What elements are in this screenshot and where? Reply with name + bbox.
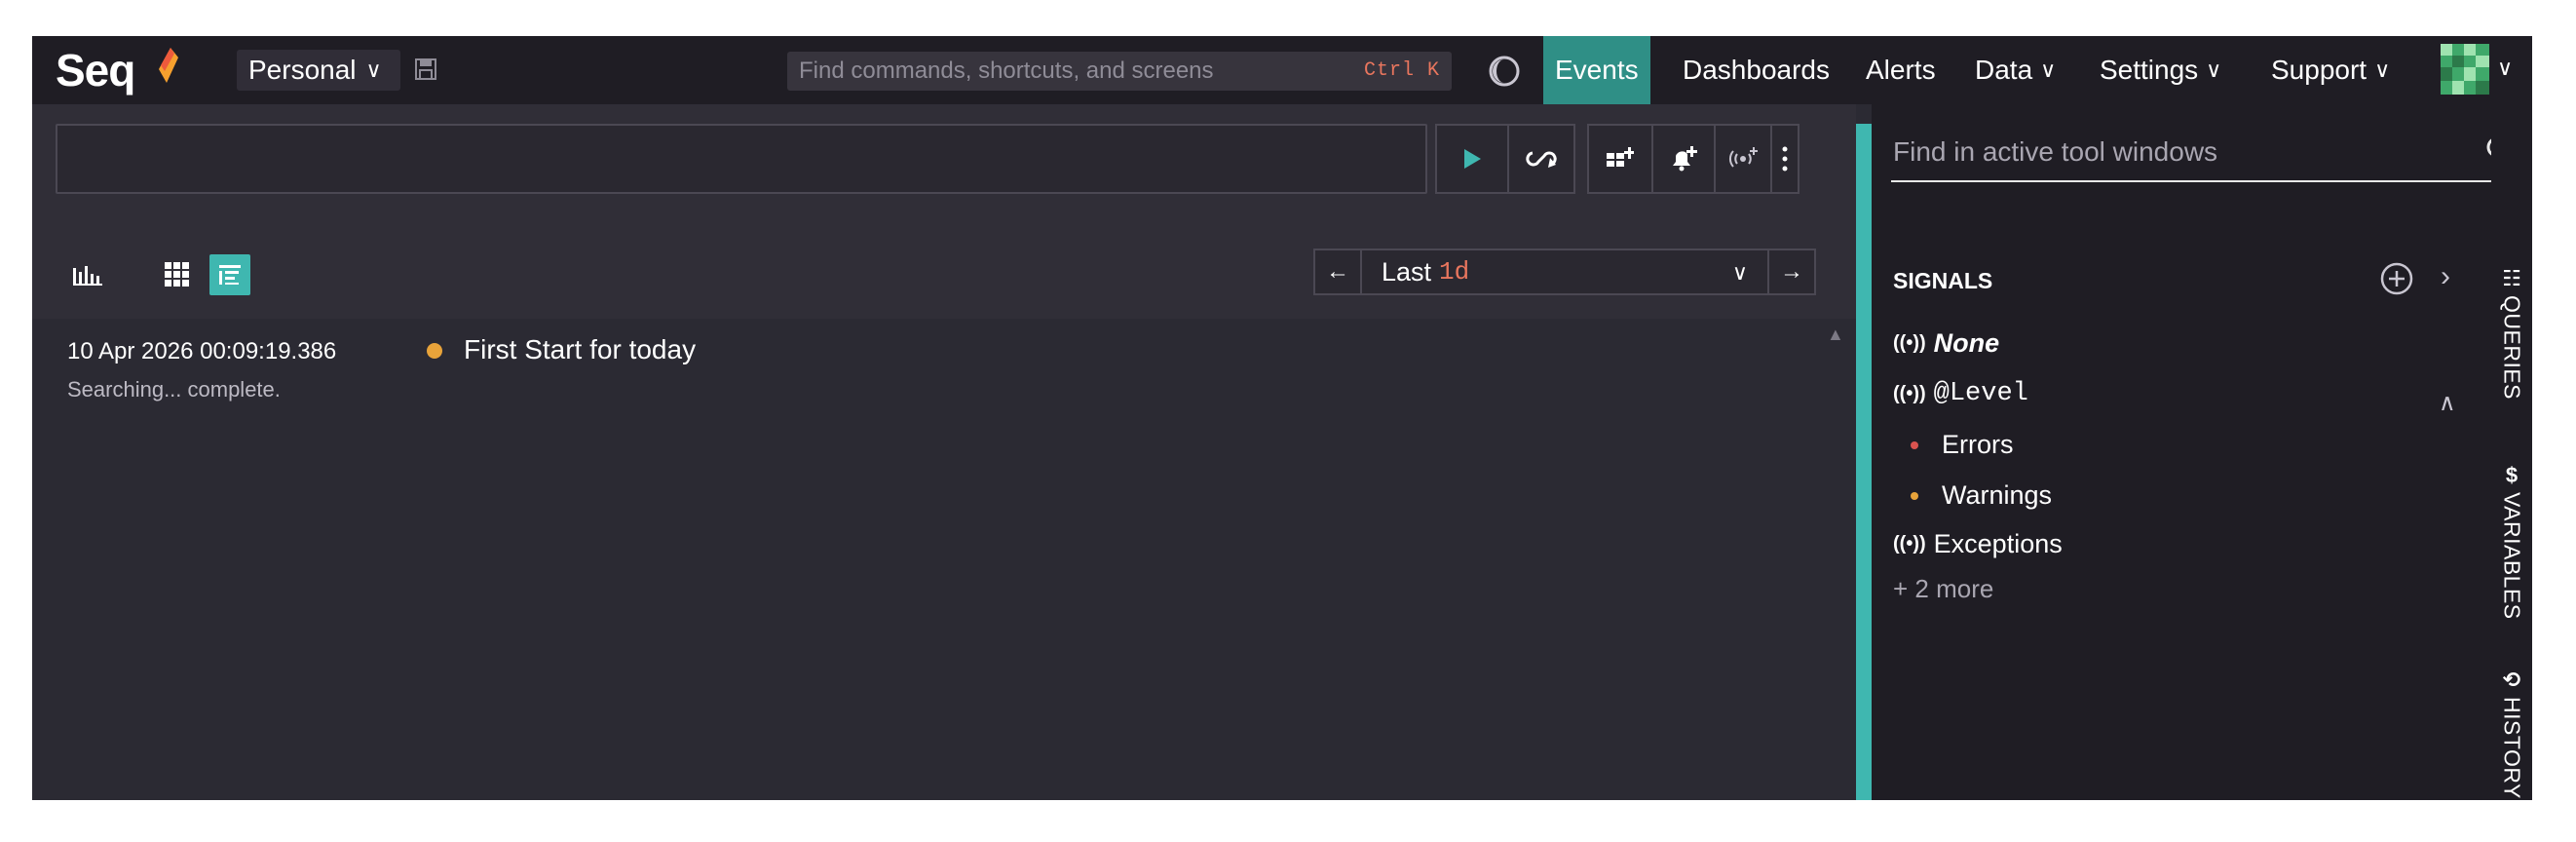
time-range-control: ← Last 1d ∨ → xyxy=(1313,249,1818,295)
signal-errors-label: Errors xyxy=(1942,430,2014,459)
app-logo[interactable]: Seq xyxy=(56,42,135,98)
dollar-icon: $ xyxy=(2505,463,2519,487)
more-signals-link[interactable]: + 2 more xyxy=(1893,574,1993,604)
add-signal-button[interactable] xyxy=(1714,124,1774,194)
nav-support-label: Support xyxy=(2271,55,2368,85)
signal-icon: ((•)) xyxy=(1893,533,1926,555)
nav-events[interactable]: Events xyxy=(1543,36,1650,104)
event-timestamp: 10 Apr 2026 00:09:19.386 xyxy=(67,338,337,364)
command-search-input[interactable] xyxy=(787,52,1294,91)
warnings-bullet xyxy=(1911,491,1918,500)
command-search[interactable]: Ctrl K xyxy=(787,52,1452,91)
queries-icon: ☷ xyxy=(2502,266,2521,290)
theme-toggle-icon[interactable] xyxy=(1487,54,1522,89)
chevron-right-icon[interactable]: › xyxy=(2441,260,2450,293)
history-icon: ⟲ xyxy=(2502,668,2521,692)
nav-dashboards[interactable]: Dashboards xyxy=(1671,36,1841,104)
signal-exceptions-label: Exceptions xyxy=(1933,529,2063,558)
logo-flame-icon xyxy=(159,48,178,83)
list-view-button[interactable] xyxy=(209,254,250,295)
add-alert-button[interactable] xyxy=(1651,124,1716,194)
signal-exceptions[interactable]: ((•)) Exceptions xyxy=(1893,529,2063,559)
nav-alerts-label: Alerts xyxy=(1866,55,1936,85)
user-avatar[interactable] xyxy=(2441,44,2489,95)
range-forward-button[interactable]: → xyxy=(1767,249,1816,295)
search-status: Searching... complete. xyxy=(67,377,281,402)
chevron-down-icon: ∨ xyxy=(1731,260,1748,285)
nav-settings-label: Settings xyxy=(2100,55,2199,85)
tool-window-panel: SIGNALS › ((•)) None ((•)) @Level ∧ Erro… xyxy=(1872,104,2532,800)
list-icon xyxy=(219,265,241,285)
chevron-down-icon: ∨ xyxy=(2040,57,2057,82)
event-message: First Start for today xyxy=(464,334,697,364)
filter-input[interactable] xyxy=(56,124,1427,194)
chevron-down-icon[interactable]: ∨ xyxy=(2497,56,2513,81)
event-list: 10 Apr 2026 00:09:19.386 First Start for… xyxy=(32,319,1856,800)
arrow-left-icon: ← xyxy=(1326,258,1349,285)
command-shortcut-hint: Ctrl K xyxy=(1363,59,1440,82)
grid-view-button[interactable] xyxy=(157,254,198,295)
workspace-label: Personal xyxy=(248,55,357,85)
chevron-up-icon[interactable]: ∧ xyxy=(2439,389,2456,417)
nav-support[interactable]: Support ∨ xyxy=(2259,36,2402,104)
run-icon xyxy=(1464,149,1481,169)
add-circle-icon[interactable] xyxy=(2378,260,2415,297)
save-icon[interactable] xyxy=(414,57,437,81)
chevron-down-icon: ∨ xyxy=(365,57,382,82)
tool-window-tabs: ☷ QUERIES $ VARIABLES ⟲ HISTORY xyxy=(2491,104,2532,800)
errors-bullet xyxy=(1911,440,1918,449)
range-select[interactable]: Last 1d ∨ xyxy=(1360,249,1769,295)
range-prefix: Last xyxy=(1382,256,1432,287)
nav-data[interactable]: Data ∨ xyxy=(1963,36,2067,104)
workspace-selector[interactable]: Personal ∨ xyxy=(237,50,400,91)
histogram-icon xyxy=(73,266,102,286)
more-options-button[interactable] xyxy=(1770,124,1799,194)
seq-app-window: Seq Personal ∨ Ctrl K Events Dashboards xyxy=(32,36,2532,800)
tab-queries-label: QUERIES xyxy=(2499,295,2525,401)
tab-variables-label: VARIABLES xyxy=(2499,492,2525,620)
events-main-area: ← Last 1d ∨ → 10 Apr 2026 00:09:19.386 F… xyxy=(32,104,1856,800)
tool-search-input[interactable] xyxy=(1891,124,2441,180)
signal-icon: ((•)) xyxy=(1893,332,1926,354)
tool-search xyxy=(1891,124,2515,182)
chevron-down-icon: ∨ xyxy=(2374,57,2391,82)
signal-none-label: None xyxy=(1933,328,2000,358)
signal-warnings[interactable]: Warnings xyxy=(1911,480,2052,511)
tail-button[interactable] xyxy=(1507,124,1575,194)
nav-dashboards-label: Dashboards xyxy=(1683,55,1830,85)
chevron-down-icon: ∨ xyxy=(2206,57,2222,82)
tab-history[interactable]: ⟲ HISTORY xyxy=(2491,668,2532,799)
panel-splitter[interactable] xyxy=(1856,124,1872,800)
nav-data-label: Data xyxy=(1975,55,2033,85)
signal-icon: ((•)) xyxy=(1893,382,1926,404)
top-bar: Seq Personal ∨ Ctrl K Events Dashboards xyxy=(32,36,2532,104)
nav-settings[interactable]: Settings ∨ xyxy=(2088,36,2233,104)
signal-group-level[interactable]: ((•)) @Level xyxy=(1893,379,2028,408)
tab-variables[interactable]: $ VARIABLES xyxy=(2491,463,2532,620)
refresh-tail-icon xyxy=(1526,151,1557,168)
signal-level-label: @Level xyxy=(1933,379,2028,408)
run-button[interactable] xyxy=(1435,124,1509,194)
signal-none[interactable]: ((•)) None xyxy=(1893,328,1999,359)
signals-heading: SIGNALS xyxy=(1893,268,1993,293)
tab-history-label: HISTORY xyxy=(2499,697,2525,799)
add-to-dashboard-button[interactable] xyxy=(1587,124,1653,194)
nav-events-label: Events xyxy=(1555,55,1639,85)
range-amount: 1d xyxy=(1439,257,1470,287)
filter-toolbar xyxy=(56,124,1835,194)
scroll-up-icon[interactable]: ▲ xyxy=(1827,325,1844,345)
add-alert-icon xyxy=(1673,146,1697,172)
signal-warnings-label: Warnings xyxy=(1942,480,2053,510)
signal-errors[interactable]: Errors xyxy=(1911,430,2014,460)
event-level-indicator xyxy=(427,343,442,359)
add-to-dashboard-icon xyxy=(1607,147,1634,167)
nav-alerts[interactable]: Alerts xyxy=(1854,36,1948,104)
tab-queries[interactable]: ☷ QUERIES xyxy=(2491,266,2532,401)
histogram-view-button[interactable] xyxy=(67,254,108,295)
more-icon xyxy=(1782,146,1788,172)
grid-icon xyxy=(165,262,189,287)
add-signal-icon xyxy=(1729,147,1758,168)
range-back-button[interactable]: ← xyxy=(1313,249,1362,295)
arrow-right-icon: → xyxy=(1780,258,1803,285)
